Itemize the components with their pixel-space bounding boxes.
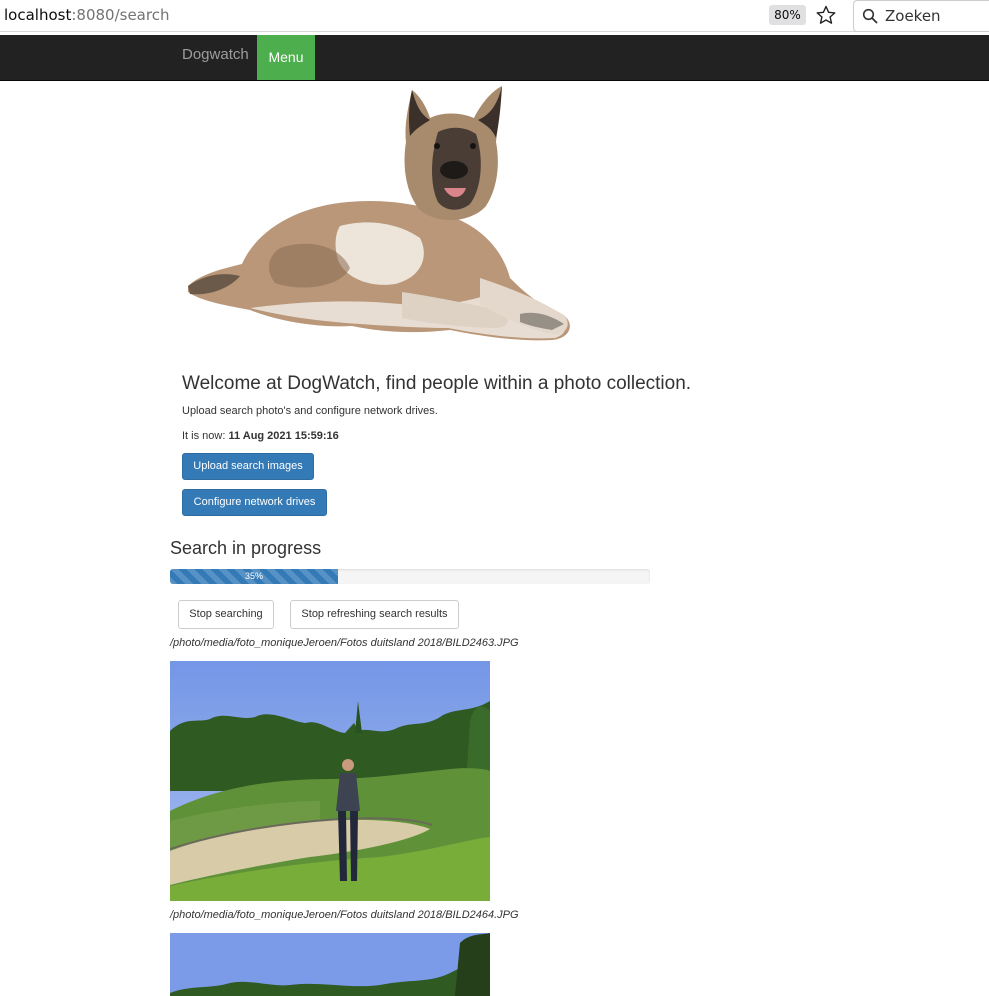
search-progress-bar: 35% bbox=[170, 569, 650, 584]
bookmark-star-icon[interactable] bbox=[815, 4, 837, 26]
browser-search-input[interactable]: Zoeken bbox=[853, 0, 989, 32]
progress-fill: 35% bbox=[170, 569, 338, 584]
result-photo[interactable] bbox=[170, 661, 490, 901]
stop-searching-button[interactable]: Stop searching bbox=[178, 600, 274, 629]
url-host: localhost bbox=[4, 6, 72, 24]
stop-refreshing-button[interactable]: Stop refreshing search results bbox=[290, 600, 459, 629]
upload-search-images-button[interactable]: Upload search images bbox=[182, 453, 314, 480]
zoom-level-badge[interactable]: 80% bbox=[769, 5, 806, 25]
result-path: /photo/media/foto_moniqueJeroen/Fotos du… bbox=[170, 637, 519, 649]
time-value: 11 Aug 2021 15:59:16 bbox=[228, 430, 339, 442]
result-path: /photo/media/foto_moniqueJeroen/Fotos du… bbox=[170, 909, 519, 921]
top-navbar: Dogwatch Menu bbox=[0, 35, 989, 81]
result-photo[interactable] bbox=[170, 933, 490, 996]
browser-toolbar: localhost:8080/search 80% Zoeken bbox=[0, 0, 989, 32]
address-bar[interactable]: localhost:8080/search bbox=[4, 6, 169, 24]
search-icon bbox=[862, 8, 878, 24]
configure-network-drives-button[interactable]: Configure network drives bbox=[182, 489, 327, 516]
current-time: It is now: 11 Aug 2021 15:59:16 bbox=[182, 430, 339, 442]
url-path: :8080/search bbox=[71, 6, 170, 24]
brand-link[interactable]: Dogwatch bbox=[182, 46, 249, 63]
welcome-subtext: Upload search photo's and configure netw… bbox=[182, 405, 438, 417]
search-progress-heading: Search in progress bbox=[170, 538, 322, 558]
time-label: It is now: bbox=[182, 430, 229, 442]
menu-button[interactable]: Menu bbox=[257, 35, 315, 80]
welcome-heading: Welcome at DogWatch, find people within … bbox=[182, 373, 692, 394]
dog-illustration bbox=[188, 86, 570, 341]
search-placeholder: Zoeken bbox=[885, 7, 941, 25]
